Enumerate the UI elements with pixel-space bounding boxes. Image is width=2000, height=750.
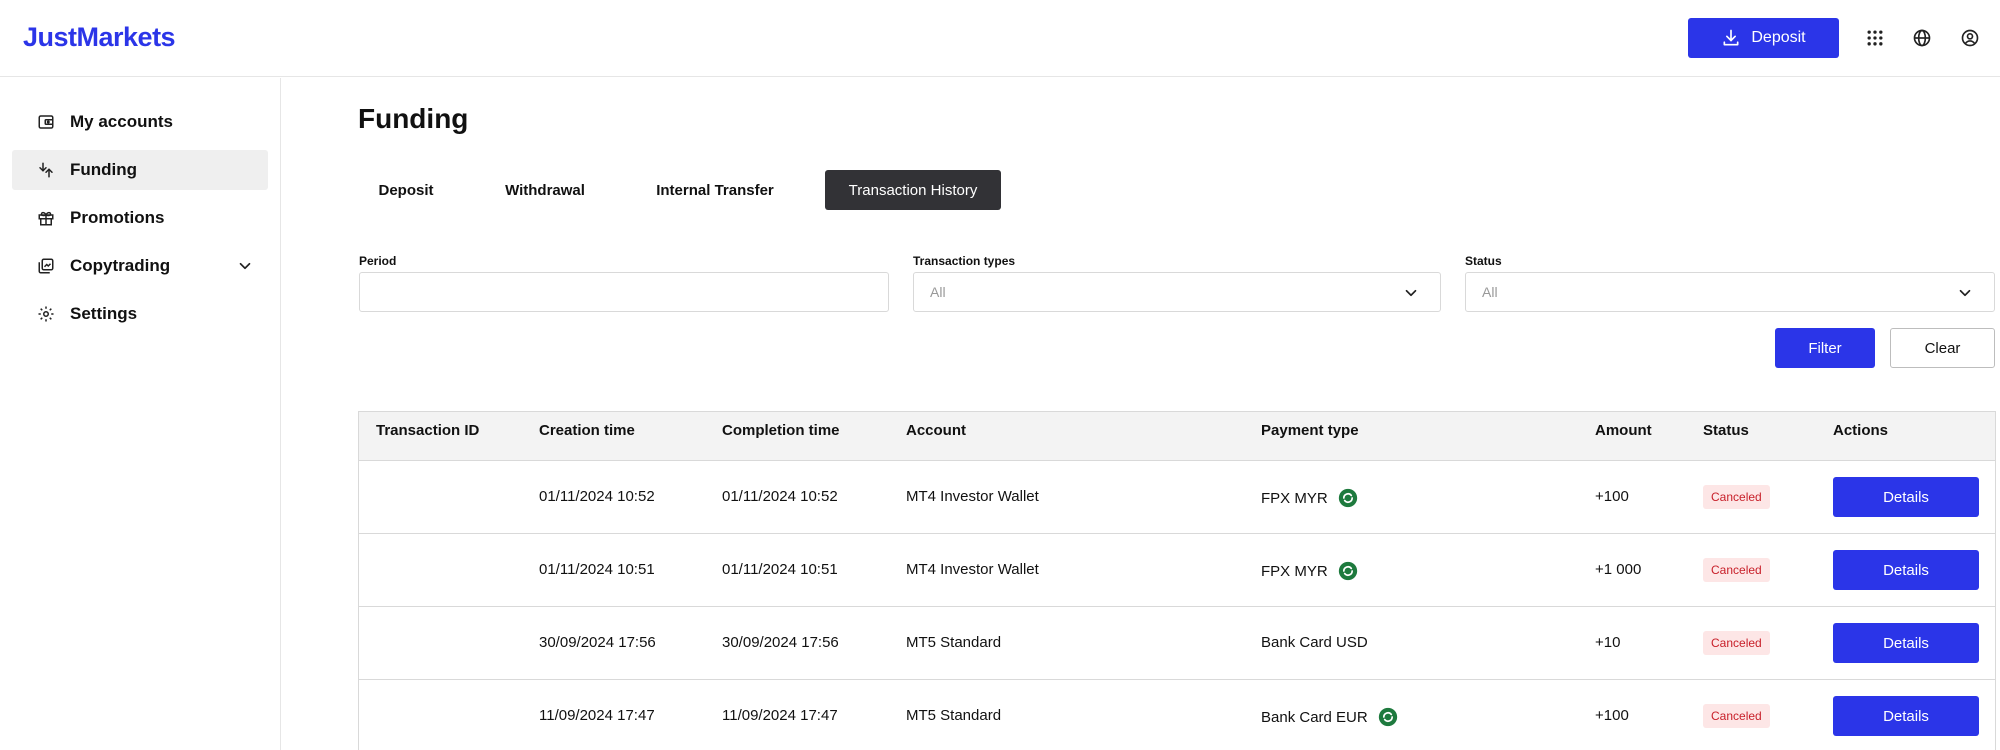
- gear-icon: [36, 304, 56, 324]
- payment-type-label: Bank Card EUR: [1261, 708, 1368, 726]
- transaction-types-value: All: [930, 284, 946, 300]
- status-badge: Canceled: [1703, 631, 1770, 655]
- cell-account: MT5 Standard: [906, 634, 1002, 651]
- transfer-icon: [36, 160, 56, 180]
- cell-payment-type: FPX MYR: [1261, 488, 1358, 508]
- user-profile-icon[interactable]: [1958, 26, 1982, 50]
- period-label: Period: [359, 254, 397, 268]
- tab-withdrawal[interactable]: Withdrawal: [490, 170, 600, 210]
- tab-transaction-history[interactable]: Transaction History: [825, 170, 1001, 210]
- status-badge: Canceled: [1703, 704, 1770, 728]
- cell-completion-time: 01/11/2024 10:52: [722, 488, 838, 505]
- payment-method-icon: [1378, 707, 1397, 727]
- details-button[interactable]: Details: [1833, 696, 1979, 736]
- clear-button[interactable]: Clear: [1890, 328, 1995, 368]
- chevron-down-icon: [1405, 289, 1417, 297]
- copy-icon: [36, 256, 56, 276]
- cell-amount: +10: [1595, 634, 1621, 651]
- cell-creation-time: 30/09/2024 17:56: [539, 634, 656, 651]
- deposit-header-label: Deposit: [1751, 29, 1806, 46]
- payment-type-label: Bank Card USD: [1261, 634, 1368, 651]
- transaction-types-select[interactable]: All: [913, 272, 1441, 312]
- cell-creation-time: 01/11/2024 10:52: [539, 488, 655, 505]
- transaction-types-label: Transaction types: [913, 254, 1016, 268]
- cell-creation-time: 01/11/2024 10:51: [539, 561, 655, 578]
- fpx-payment-icon: [1338, 561, 1357, 581]
- payment-type-label: FPX MYR: [1261, 489, 1328, 507]
- status-value: All: [1482, 284, 1498, 300]
- table-row: 30/09/2024 17:56 30/09/2024 17:56 MT5 St…: [359, 607, 1995, 680]
- details-button[interactable]: Details: [1833, 623, 1979, 663]
- cell-account: MT4 Investor Wallet: [906, 488, 1039, 505]
- cell-payment-type: FPX MYR: [1261, 561, 1358, 581]
- cell-amount: +100: [1595, 488, 1629, 505]
- wallet-icon: [36, 112, 56, 132]
- chevron-down-icon[interactable]: [236, 257, 254, 275]
- download-icon: [1723, 29, 1739, 46]
- status-badge: Canceled: [1703, 485, 1770, 509]
- apps-grid-icon[interactable]: [1863, 26, 1887, 50]
- cell-completion-time: 01/11/2024 10:51: [722, 561, 838, 578]
- transactions-table: Transaction ID Creation time Completion …: [358, 411, 1996, 750]
- sidebar-item-funding[interactable]: Funding: [12, 150, 268, 190]
- cell-creation-time: 11/09/2024 17:47: [539, 707, 655, 724]
- sidebar: My accounts Funding Promotions Copytradi…: [0, 78, 281, 750]
- sidebar-item-settings[interactable]: Settings: [12, 294, 268, 334]
- column-header-amount: Amount: [1595, 422, 1652, 439]
- cell-account: MT5 Standard: [906, 707, 1002, 724]
- gift-icon: [36, 208, 56, 228]
- column-header-payment-type: Payment type: [1261, 422, 1359, 439]
- sidebar-item-label: My accounts: [70, 112, 173, 131]
- column-header-status: Status: [1703, 422, 1749, 439]
- period-field[interactable]: [359, 272, 889, 312]
- column-header-account: Account: [906, 422, 966, 439]
- sidebar-item-copytrading[interactable]: Copytrading: [12, 246, 268, 286]
- globe-icon[interactable]: [1910, 26, 1934, 50]
- status-select[interactable]: All: [1465, 272, 1995, 312]
- filter-button[interactable]: Filter: [1775, 328, 1875, 368]
- column-header-transaction-id: Transaction ID: [376, 422, 480, 439]
- cell-payment-type: Bank Card USD: [1261, 634, 1368, 651]
- sidebar-item-promotions[interactable]: Promotions: [12, 198, 268, 238]
- chevron-down-icon: [1959, 289, 1971, 297]
- table-header: Transaction ID Creation time Completion …: [359, 412, 1995, 461]
- table-row: 11/09/2024 17:47 11/09/2024 17:47 MT5 St…: [359, 680, 1995, 750]
- column-header-creation-time: Creation time: [539, 422, 635, 439]
- sidebar-item-my-accounts[interactable]: My accounts: [12, 102, 268, 142]
- cell-completion-time: 11/09/2024 17:47: [722, 707, 838, 724]
- cell-completion-time: 30/09/2024 17:56: [722, 634, 839, 651]
- table-row: 01/11/2024 10:51 01/11/2024 10:51 MT4 In…: [359, 534, 1995, 607]
- table-row: 01/11/2024 10:52 01/11/2024 10:52 MT4 In…: [359, 461, 1995, 534]
- tab-deposit[interactable]: Deposit: [358, 170, 454, 210]
- sidebar-item-label: Promotions: [70, 208, 165, 227]
- sidebar-item-label: Settings: [70, 304, 138, 323]
- column-header-actions: Actions: [1833, 422, 1889, 439]
- cell-amount: +100: [1595, 707, 1629, 724]
- status-label: Status: [1465, 254, 1502, 268]
- logo[interactable]: JustMarkets: [23, 22, 176, 53]
- details-button[interactable]: Details: [1833, 550, 1979, 590]
- cell-payment-type: Bank Card EUR: [1261, 707, 1398, 727]
- cell-account: MT4 Investor Wallet: [906, 561, 1039, 578]
- top-header: JustMarkets Deposit: [0, 0, 2000, 77]
- deposit-header-button[interactable]: Deposit: [1688, 18, 1839, 58]
- page-title: Funding: [358, 103, 469, 134]
- column-header-completion-time: Completion time: [722, 422, 840, 439]
- status-badge: Canceled: [1703, 558, 1770, 582]
- payment-type-label: FPX MYR: [1261, 562, 1328, 580]
- sidebar-item-label: Copytrading: [70, 256, 171, 275]
- fpx-payment-icon: [1338, 488, 1357, 508]
- cell-amount: +1 000: [1595, 561, 1642, 578]
- sidebar-item-label: Funding: [70, 160, 138, 179]
- details-button[interactable]: Details: [1833, 477, 1979, 517]
- tab-internal-transfer[interactable]: Internal Transfer: [640, 170, 790, 210]
